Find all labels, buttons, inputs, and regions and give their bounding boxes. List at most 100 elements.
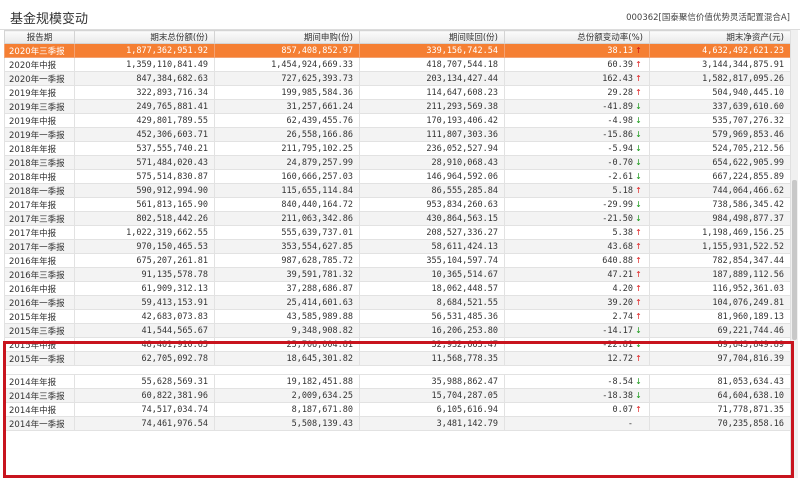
table-row[interactable]: 2018年三季报 571,484,020.43 24,879,257.99 28,91… [4,155,791,170]
total-shares-cell: 575,514,830.87 [74,169,215,184]
table-row[interactable]: 2017年中报 1,022,319,662.55 555,639,737.01 208… [4,225,791,240]
net-assets-cell: 64,604,638.10 [649,388,791,403]
change-rate-cell: 2.74 ↑ [504,309,650,324]
total-shares-cell: 429,801,789.55 [74,113,215,128]
table-row[interactable]: 2020年一季报 847,384,682.63 727,625,393.73 203,… [4,71,791,86]
table-row[interactable]: 2015年三季报 41,544,565.67 9,348,908.82 16,206,… [4,323,791,338]
header-total-shares[interactable]: 期末总份额(份) [74,30,215,44]
subscribed-cell: 9,348,908.82 [214,323,360,338]
subscribed-value: 25,706,004.81 [286,339,353,350]
period-value: 2020年三季报 [9,46,65,57]
net-assets-value: 667,224,855.89 [712,171,784,182]
change-rate-value: -4.98 [607,115,633,126]
total-shares-value: 59,413,153.91 [141,297,208,308]
table-row[interactable]: 2017年三季报 802,518,442.26 211,063,342.86 430,… [4,211,791,226]
period-value: 2017年三季报 [9,214,65,225]
table-row[interactable]: 2016年中报 61,909,312.13 37,288,686.87 18,062,… [4,281,791,296]
subscribed-cell: 25,414,601.63 [214,295,360,310]
table-row[interactable]: 2018年中报 575,514,830.87 160,666,257.03 146,9… [4,169,791,184]
row-separator [4,365,791,375]
subscribed-cell: 857,408,852.97 [214,43,360,58]
vertical-scrollbar[interactable] [790,30,798,478]
change-rate-cell: -15.86 ↓ [504,127,650,142]
table-row[interactable]: 2019年中报 429,801,789.55 62,439,455.76 170,19… [4,113,791,128]
subscribed-value: 8,187,671.80 [291,404,353,415]
period-cell: 2017年年报 [4,197,75,212]
net-assets-cell: 3,144,344,875.91 [649,57,791,72]
total-shares-cell: 571,484,020.43 [74,155,215,170]
subscribed-cell: 160,666,257.03 [214,169,360,184]
net-assets-cell: 1,198,469,156.25 [649,225,791,240]
scrollbar-thumb[interactable] [792,180,797,340]
arrow-down-icon: ↓ [635,115,642,125]
change-rate-value: -0.70 [607,157,633,168]
net-assets-value: 89,643,849.89 [717,339,784,350]
table-row[interactable]: 2014年一季报 74,461,976.54 5,508,139.43 3,481,1… [4,416,791,431]
table-row[interactable]: 2015年年报 42,683,073.83 43,585,989.88 56,531,… [4,309,791,324]
subscribed-value: 1,454,924,669.33 [271,59,353,70]
table-row[interactable]: 2019年一季报 452,306,603.71 26,558,166.86 111,8… [4,127,791,142]
separator-cell [214,365,360,375]
change-rate-cell: -14.17 ↓ [504,323,650,338]
total-shares-cell: 74,517,034.74 [74,402,215,417]
period-value: 2014年中报 [9,405,57,416]
redeemed-value: 111,807,303.36 [426,129,498,140]
subscribed-value: 857,408,852.97 [281,45,353,56]
table-row[interactable]: 2014年三季报 60,822,381.96 2,009,634.25 15,704,… [4,388,791,403]
redeemed-cell: 355,104,597.74 [359,253,505,268]
total-shares-cell: 1,022,319,662.55 [74,225,215,240]
change-rate-value: -14.17 [602,325,633,336]
redeemed-value: 16,206,253.80 [431,325,498,336]
table-row[interactable]: 2019年三季报 249,765,881.41 31,257,661.24 211,2… [4,99,791,114]
change-rate-cell: - [504,416,650,431]
table-row[interactable]: 2015年一季报 62,705,092.78 18,645,301.82 11,568… [4,351,791,366]
subscribed-value: 211,795,102.25 [281,143,353,154]
table-row[interactable]: 2014年年报 55,628,569.31 19,182,451.88 35,988,… [4,374,791,389]
period-value: 2015年中报 [9,340,57,351]
redeemed-cell: 58,611,424.13 [359,239,505,254]
change-rate-value: -22.81 [602,339,633,350]
redeemed-value: 146,964,592.06 [426,171,498,182]
subscribed-value: 39,591,781.32 [286,269,353,280]
table-row[interactable]: 2020年三季报 1,877,362,951.92 857,408,852.97 33… [4,43,791,58]
header-net-assets[interactable]: 期末净资产(元) [649,30,791,44]
table-row[interactable]: 2019年年报 322,893,716.34 199,985,584.36 114,6… [4,85,791,100]
header-period[interactable]: 报告期 [4,30,75,44]
net-assets-cell: 984,498,877.37 [649,211,791,226]
change-rate-value: 12.72 [607,353,633,364]
period-cell: 2020年一季报 [4,71,75,86]
table-row[interactable]: 2017年一季报 970,150,465.53 353,554,627.85 58,6… [4,239,791,254]
table-row[interactable]: 2020年中报 1,359,110,841.49 1,454,924,669.33 4… [4,57,791,72]
redeemed-cell: 170,193,406.42 [359,113,505,128]
change-rate-value: -8.54 [607,376,633,387]
table-row[interactable]: 2016年年报 675,207,261.81 987,628,785.72 355,1… [4,253,791,268]
arrow-up-icon: ↑ [635,185,642,195]
total-shares-cell: 61,909,312.13 [74,281,215,296]
redeemed-value: 86,555,285.84 [431,185,498,196]
table-row[interactable]: 2015年中报 48,401,910.65 25,706,004.81 32,932,… [4,337,791,352]
period-value: 2016年三季报 [9,270,65,281]
arrow-up-icon: ↑ [635,353,642,363]
total-shares-value: 74,461,976.54 [141,418,208,429]
header-change-rate[interactable]: 总份额变动率(%) [504,30,650,44]
redeemed-value: 18,062,448.57 [431,283,498,294]
table-row[interactable]: 2018年一季报 590,912,994.90 115,655,114.84 86,5… [4,183,791,198]
table-row[interactable]: 2017年年报 561,813,165.90 840,440,164.72 953,8… [4,197,791,212]
period-value: 2014年年报 [9,377,57,388]
header-subscribed[interactable]: 期间申购(份) [214,30,360,44]
redeemed-value: 28,910,068.43 [431,157,498,168]
period-cell: 2016年中报 [4,281,75,296]
separator-cell [649,365,791,375]
total-shares-value: 429,801,789.55 [136,115,208,126]
total-shares-value: 249,765,881.41 [136,101,208,112]
table-row[interactable]: 2018年年报 537,555,740.21 211,795,102.25 236,0… [4,141,791,156]
net-assets-value: 64,604,638.10 [717,390,784,401]
subscribed-value: 25,414,601.63 [286,297,353,308]
table-row[interactable]: 2016年一季报 59,413,153.91 25,414,601.63 8,684,… [4,295,791,310]
net-assets-cell: 337,639,610.60 [649,99,791,114]
table-row[interactable]: 2016年三季报 91,135,578.78 39,591,781.32 10,365… [4,267,791,282]
change-rate-value: 43.68 [607,241,633,252]
header-redeemed[interactable]: 期间赎回(份) [359,30,505,44]
table-row[interactable]: 2014年中报 74,517,034.74 8,187,671.80 6,105,61… [4,402,791,417]
subscribed-value: 211,063,342.86 [281,213,353,224]
